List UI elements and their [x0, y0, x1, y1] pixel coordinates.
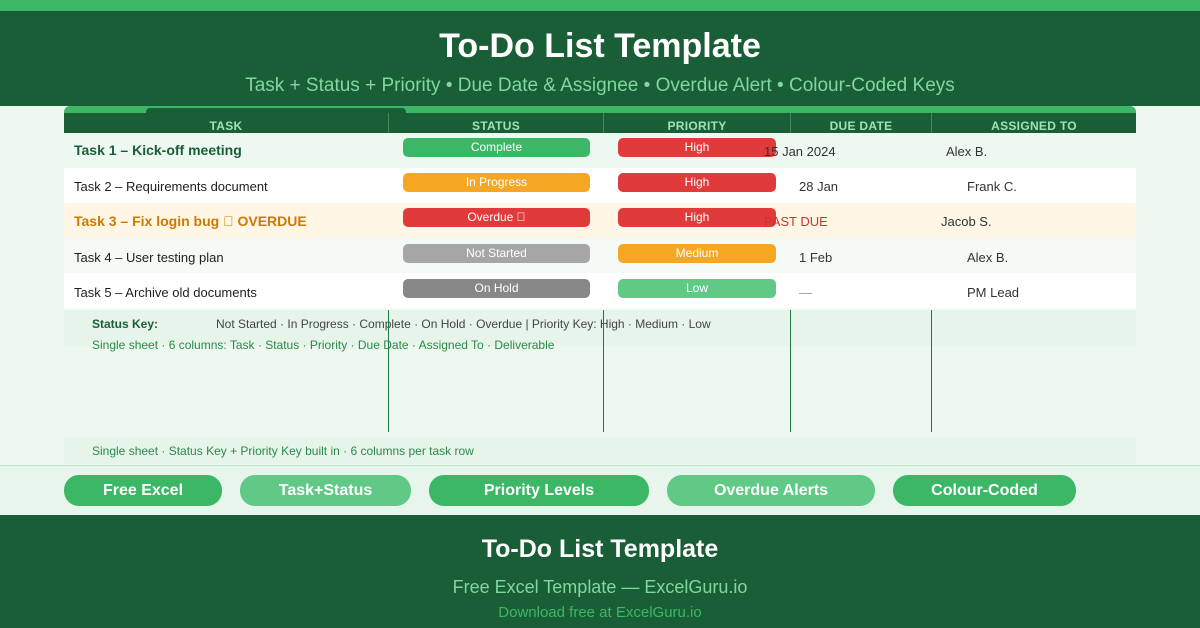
task-cell: Task 1 – Kick-off meeting	[74, 142, 242, 158]
assignee-cell: Alex B.	[967, 250, 1009, 265]
column-header-assigned-to: ASSIGNED TO	[932, 113, 1136, 133]
feature-button-colour-coded[interactable]: Colour-Coded	[893, 475, 1076, 506]
header-banner: To-Do List Template Task + Status + Prio…	[0, 11, 1200, 106]
column-divider	[790, 310, 791, 432]
priority-badge[interactable]: High	[618, 208, 776, 227]
status-key-text: Not Started · In Progress · Complete · O…	[216, 317, 711, 331]
feature-button-overdue-alerts[interactable]: Overdue Alerts	[667, 475, 875, 506]
assignee-cell: Frank C.	[967, 179, 1017, 194]
status-badge[interactable]: Not Started	[403, 244, 590, 263]
column-header-priority: PRIORITY	[604, 113, 790, 133]
assignee-cell: PM Lead	[967, 285, 1020, 300]
feature-button-task-status[interactable]: Task+Status	[240, 475, 411, 506]
status-badge[interactable]: Overdue ⃞	[403, 208, 590, 227]
assignee-cell: Jacob S.	[941, 214, 992, 229]
priority-badge[interactable]: High	[618, 173, 776, 192]
info-bar: Single sheet · Status Key + Priority Key…	[64, 437, 1136, 464]
due-date-cell: 15 Jan 2024	[764, 144, 836, 159]
due-date-cell: 28 Jan	[799, 179, 839, 194]
due-date-cell: —	[799, 285, 812, 300]
page-title: To-Do List Template	[439, 27, 761, 65]
status-badge[interactable]: Complete	[403, 138, 590, 157]
sheet-note: Single sheet · 6 columns: Task · Status …	[92, 338, 555, 352]
column-divider	[388, 113, 389, 133]
task-cell: Task 2 – Requirements document	[74, 179, 268, 194]
task-cell: Task 4 – User testing plan	[74, 250, 224, 265]
column-header-due-date: DUE DATE	[791, 113, 931, 133]
column-header-task: TASK	[64, 113, 388, 133]
due-date-cell: 1 Feb	[799, 250, 833, 265]
status-badge[interactable]: In Progress	[403, 173, 590, 192]
due-date-cell: PAST DUE	[764, 214, 828, 229]
column-divider	[603, 310, 604, 432]
top-accent-stripe	[0, 0, 1200, 11]
footer-title: To-Do List Template	[481, 535, 719, 563]
priority-badge[interactable]: High	[618, 138, 776, 157]
footer-banner: To-Do List Template Free Excel Template …	[0, 515, 1200, 628]
page-subtitle: Task + Status + Priority • Due Date & As…	[245, 75, 955, 96]
column-header-status: STATUS	[389, 113, 603, 133]
footer-subtitle: Free Excel Template — ExcelGuru.io	[452, 577, 748, 597]
column-divider	[603, 113, 604, 133]
status-key-label: Status Key:	[92, 317, 159, 331]
feature-button-priority-levels[interactable]: Priority Levels	[429, 475, 649, 506]
column-divider	[931, 113, 932, 133]
column-divider	[388, 310, 389, 432]
column-divider	[931, 310, 932, 432]
priority-badge[interactable]: Medium	[618, 244, 776, 263]
priority-badge[interactable]: Low	[618, 279, 776, 298]
assignee-cell: Alex B.	[946, 144, 988, 159]
status-badge[interactable]: On Hold	[403, 279, 590, 298]
feature-button-free-excel[interactable]: Free Excel	[64, 475, 222, 506]
download-link[interactable]: Download free at ExcelGuru.io	[0, 604, 1200, 621]
column-divider	[790, 113, 791, 133]
info-text: Single sheet · Status Key + Priority Key…	[92, 444, 474, 458]
task-cell: Task 3 – Fix login bug ⃞ OVERDUE	[74, 213, 307, 229]
task-cell: Task 5 – Archive old documents	[74, 285, 257, 300]
